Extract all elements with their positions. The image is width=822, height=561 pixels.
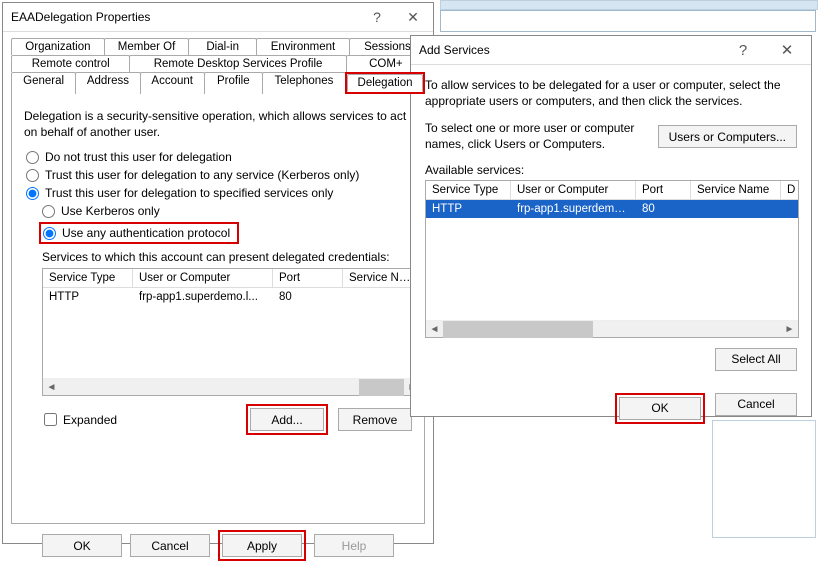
available-services-label: Available services: [425,163,797,177]
radio-specified-input[interactable] [26,187,39,200]
close-icon[interactable]: ✕ [395,3,431,31]
tab-member-of[interactable]: Member Of [104,38,189,55]
select-all-button[interactable]: Select All [715,348,797,371]
cell-port: 80 [273,290,343,304]
properties-titlebar: EAADelegation Properties ? ✕ [3,3,433,32]
radio-any-service[interactable]: Trust this user for delegation to any se… [26,168,412,182]
tab-rds-profile[interactable]: Remote Desktop Services Profile [129,55,346,72]
radio-any-protocol-input[interactable] [43,227,56,240]
close-icon[interactable]: ✕ [765,36,809,64]
h-scrollbar[interactable]: ◄ ► [43,378,421,395]
tab-dial-in[interactable]: Dial-in [188,38,257,55]
tab-strip: Organization Member Of Dial-in Environme… [11,38,425,94]
radio-kerberos-only-input[interactable] [42,205,55,218]
tab-address[interactable]: Address [75,72,140,94]
radio-any-protocol[interactable]: Use any authentication protocol [39,222,239,244]
help-icon[interactable]: ? [721,36,765,64]
cell-service-type: HTTP [426,202,511,216]
tab-account[interactable]: Account [140,72,205,94]
add-services-intro: To allow services to be delegated for a … [425,77,797,109]
cancel-button[interactable]: Cancel [715,393,797,416]
col-port[interactable]: Port [273,269,343,288]
delegation-intro: Delegation is a security-sensitive opera… [24,108,412,140]
col-service-type[interactable]: Service Type [43,269,133,288]
scroll-thumb[interactable] [443,321,593,338]
tab-profile[interactable]: Profile [204,72,263,94]
add-services-titlebar: Add Services ? ✕ [411,36,811,65]
properties-title: EAADelegation Properties [11,10,359,24]
radio-any-service-input[interactable] [26,169,39,182]
cell-host: frp-app1.superdemo.l... [511,202,636,216]
radio-kerberos-only-label: Use Kerberos only [61,204,160,218]
radio-specified[interactable]: Trust this user for delegation to specif… [26,186,412,200]
cell-port: 80 [636,202,691,216]
scroll-left-icon[interactable]: ◄ [426,321,443,338]
radio-specified-label: Trust this user for delegation to specif… [45,186,333,200]
cell-host: frp-app1.superdemo.l... [133,290,273,304]
tab-environment[interactable]: Environment [256,38,350,55]
services-list-label: Services to which this account can prese… [42,250,412,264]
ok-button[interactable]: OK [619,397,701,420]
col-user-computer[interactable]: User or Computer [511,181,636,200]
tab-general[interactable]: General [11,72,76,94]
background-panel [440,0,818,10]
properties-dialog: EAADelegation Properties ? ✕ Organizatio… [2,2,434,544]
col-d[interactable]: D [781,181,798,200]
table-row[interactable]: HTTP frp-app1.superdemo.l... 80 [43,288,421,306]
table-header: Service Type User or Computer Port Servi… [43,269,421,288]
remove-button[interactable]: Remove [338,408,412,431]
radio-no-trust[interactable]: Do not trust this user for delegation [26,150,412,164]
tab-telephones[interactable]: Telephones [262,72,346,94]
col-service-type[interactable]: Service Type [426,181,511,200]
tab-delegation[interactable]: Delegation [347,74,423,92]
background-panel [440,10,816,32]
col-port[interactable]: Port [636,181,691,200]
cell-d [781,202,798,216]
radio-kerberos-only[interactable]: Use Kerberos only [42,204,412,218]
background-panel [712,420,816,538]
table-header: Service Type User or Computer Port Servi… [426,181,798,200]
scroll-thumb[interactable] [359,379,404,396]
help-icon[interactable]: ? [359,3,395,31]
table-row[interactable]: HTTP frp-app1.superdemo.l... 80 [426,200,798,218]
add-button[interactable]: Add... [250,408,324,431]
scroll-right-icon[interactable]: ► [781,321,798,338]
cell-service-name [691,202,781,216]
radio-any-protocol-label: Use any authentication protocol [62,226,230,240]
users-computers-hint: To select one or more user or computer n… [425,121,648,152]
delegation-tab-body: Delegation is a security-sensitive opera… [11,94,425,524]
available-services-table[interactable]: Service Type User or Computer Port Servi… [425,180,799,338]
h-scrollbar[interactable]: ◄ ► [426,320,798,337]
col-service-name[interactable]: Service Name [691,181,781,200]
delegated-services-table[interactable]: Service Type User or Computer Port Servi… [42,268,422,396]
expanded-label: Expanded [63,413,117,427]
tab-remote-control[interactable]: Remote control [11,55,130,72]
radio-any-service-label: Trust this user for delegation to any se… [45,168,359,182]
expanded-checkbox[interactable]: Expanded [44,413,117,427]
col-user-computer[interactable]: User or Computer [133,269,273,288]
cell-service-type: HTTP [43,290,133,304]
expanded-checkbox-input[interactable] [44,413,57,426]
add-services-dialog: Add Services ? ✕ To allow services to be… [410,35,812,417]
add-services-title: Add Services [419,43,721,57]
tab-organization[interactable]: Organization [11,38,105,55]
radio-no-trust-input[interactable] [26,151,39,164]
radio-no-trust-label: Do not trust this user for delegation [45,150,232,164]
users-or-computers-button[interactable]: Users or Computers... [658,125,797,148]
scroll-left-icon[interactable]: ◄ [43,379,60,396]
